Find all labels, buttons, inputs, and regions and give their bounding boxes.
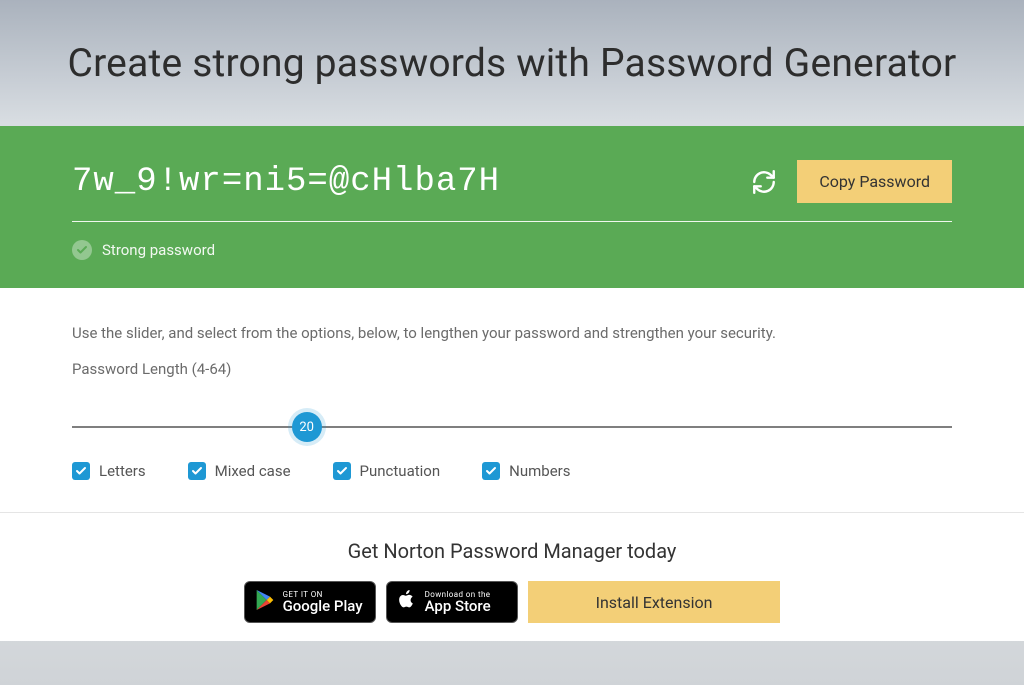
strength-label: Strong password [102, 241, 215, 259]
length-slider[interactable]: 20 [72, 426, 952, 428]
app-store-text: Download on the App Store [425, 591, 491, 614]
options-checkboxes: Letters Mixed case Punctuation Numbers [72, 462, 952, 480]
refresh-icon[interactable] [749, 167, 779, 197]
page-title: Create strong passwords with Password Ge… [0, 40, 1024, 86]
checkbox-label: Letters [99, 462, 146, 480]
checkbox-numbers[interactable]: Numbers [482, 462, 570, 480]
checkbox-box-icon [333, 462, 351, 480]
options-section: Use the slider, and select from the opti… [0, 288, 1024, 513]
generated-password[interactable]: 7w_9!wr=ni5=@cHlba7H [72, 163, 731, 201]
google-play-text: GET IT ON Google Play [283, 591, 363, 614]
google-play-line2: Google Play [283, 599, 363, 614]
checkbox-box-icon [482, 462, 500, 480]
strength-indicator: Strong password [72, 240, 952, 260]
checkbox-punct[interactable]: Punctuation [333, 462, 441, 480]
checkbox-label: Mixed case [215, 462, 291, 480]
apple-icon [397, 589, 417, 615]
checkbox-label: Numbers [509, 462, 570, 480]
app-store-badge[interactable]: Download on the App Store [386, 581, 518, 623]
checkbox-letters[interactable]: Letters [72, 462, 146, 480]
length-label: Password Length (4-64) [72, 360, 952, 378]
install-extension-button[interactable]: Install Extension [528, 581, 781, 623]
check-circle-icon [72, 240, 92, 260]
password-panel: 7w_9!wr=ni5=@cHlba7H Copy Password Stron… [0, 126, 1024, 288]
password-underline [72, 221, 952, 222]
slider-value: 20 [299, 420, 314, 435]
checkbox-box-icon [188, 462, 206, 480]
promo-row: GET IT ON Google Play Download on the Ap… [0, 581, 1024, 623]
hero-section: Create strong passwords with Password Ge… [0, 0, 1024, 126]
copy-password-button[interactable]: Copy Password [797, 160, 952, 203]
app-store-line2: App Store [425, 599, 491, 614]
checkbox-mixed[interactable]: Mixed case [188, 462, 291, 480]
promo-section: Get Norton Password Manager today GET IT… [0, 513, 1024, 641]
slider-thumb[interactable]: 20 [292, 412, 322, 442]
google-play-icon [255, 589, 275, 615]
checkbox-label: Punctuation [360, 462, 441, 480]
password-row: 7w_9!wr=ni5=@cHlba7H Copy Password [72, 160, 952, 203]
checkbox-box-icon [72, 462, 90, 480]
google-play-badge[interactable]: GET IT ON Google Play [244, 581, 376, 623]
instruction-text: Use the slider, and select from the opti… [72, 324, 952, 342]
promo-title: Get Norton Password Manager today [0, 539, 1024, 563]
